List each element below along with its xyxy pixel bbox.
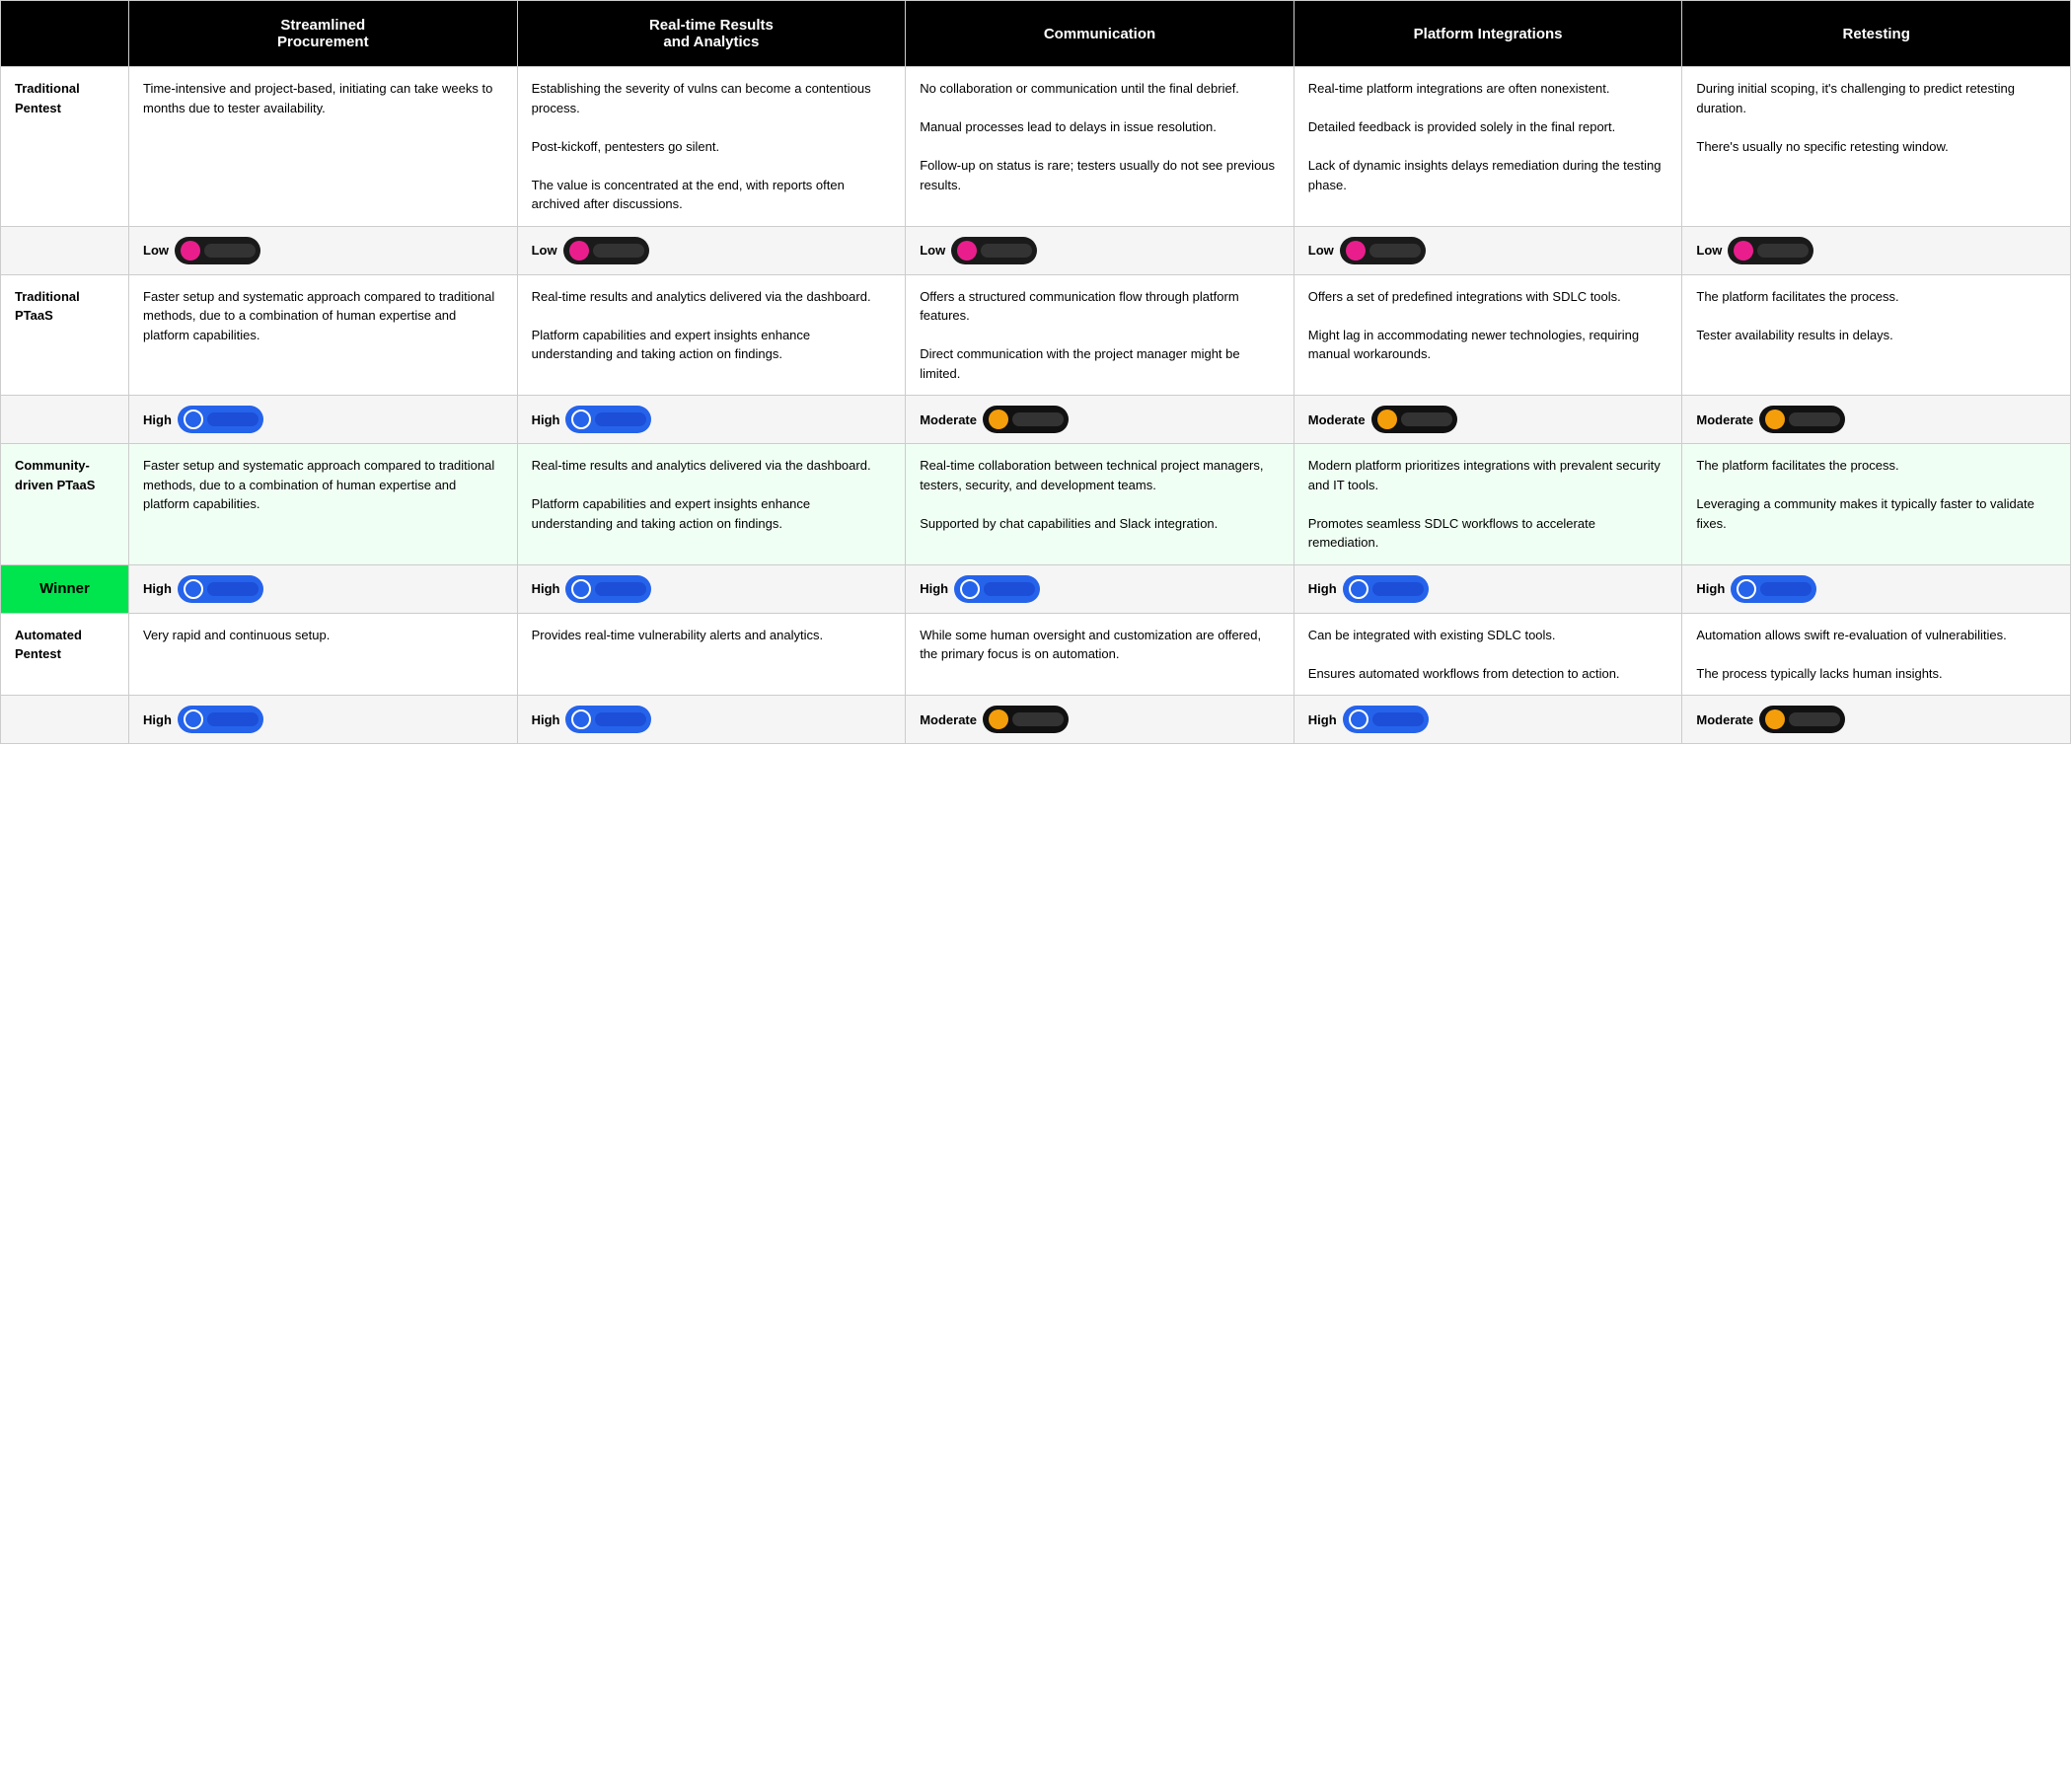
community-ptaas-label: Community-driven PTaaS [1,444,129,565]
winner-rating-analytics: High [517,564,906,613]
winner-rating-procurement: High [129,564,518,613]
traditional-ptaas-rating-row: High High Moderate [1,396,2071,444]
traditional-ptaas-retesting: The platform facilitates the process.Tes… [1682,274,2071,396]
traditional-pentest-rating-retesting: Low [1682,226,2071,274]
traditional-pentest-rating-label-empty [1,226,129,274]
community-ptaas-row: Community-driven PTaaS Faster setup and … [1,444,2071,565]
traditional-pentest-rating-analytics: Low [517,226,906,274]
traditional-pentest-rating-procurement: Low [129,226,518,274]
automated-pentest-rating-procurement: High [129,696,518,744]
automated-pentest-rating-retesting: Moderate [1682,696,2071,744]
traditional-ptaas-analytics: Real-time results and analytics delivere… [517,274,906,396]
traditional-pentest-rating-communication: Low [906,226,1294,274]
automated-pentest-procurement: Very rapid and continuous setup. [129,613,518,696]
traditional-pentest-platform: Real-time platform integrations are ofte… [1294,67,1682,227]
automated-pentest-rating-row: High High Moderate [1,696,2071,744]
traditional-pentest-rating-row: Low Low Low [1,226,2071,274]
header-row: StreamlinedProcurement Real-time Results… [1,1,2071,67]
automated-pentest-row: AutomatedPentest Very rapid and continuo… [1,613,2071,696]
community-ptaas-retesting: The platform facilitates the process.Lev… [1682,444,2071,565]
automated-pentest-platform: Can be integrated with existing SDLC too… [1294,613,1682,696]
automated-pentest-analytics: Provides real-time vulnerability alerts … [517,613,906,696]
community-ptaas-platform: Modern platform prioritizes integrations… [1294,444,1682,565]
header-platform: Platform Integrations [1294,1,1682,67]
traditional-ptaas-rating-analytics: High [517,396,906,444]
automated-pentest-retesting: Automation allows swift re-evaluation of… [1682,613,2071,696]
traditional-pentest-procurement: Time-intensive and project-based, initia… [129,67,518,227]
traditional-pentest-analytics: Establishing the severity of vulns can b… [517,67,906,227]
winner-rating-communication: High [906,564,1294,613]
community-ptaas-analytics: Real-time results and analytics delivere… [517,444,906,565]
traditional-ptaas-rating-procurement: High [129,396,518,444]
traditional-ptaas-procurement: Faster setup and systematic approach com… [129,274,518,396]
traditional-ptaas-communication: Offers a structured communication flow t… [906,274,1294,396]
winner-rating-platform: High [1294,564,1682,613]
header-retesting: Retesting [1682,1,2071,67]
automated-pentest-label: AutomatedPentest [1,613,129,696]
community-ptaas-procurement: Faster setup and systematic approach com… [129,444,518,565]
automated-pentest-rating-label-empty [1,696,129,744]
traditional-ptaas-rating-retesting: Moderate [1682,396,2071,444]
traditional-ptaas-platform: Offers a set of predefined integrations … [1294,274,1682,396]
comparison-table: StreamlinedProcurement Real-time Results… [0,0,2071,744]
header-procurement: StreamlinedProcurement [129,1,518,67]
header-analytics: Real-time Resultsand Analytics [517,1,906,67]
traditional-pentest-label: TraditionalPentest [1,67,129,227]
traditional-pentest-row: TraditionalPentest Time-intensive and pr… [1,67,2071,227]
traditional-ptaas-rating-communication: Moderate [906,396,1294,444]
automated-pentest-rating-communication: Moderate [906,696,1294,744]
header-communication: Communication [906,1,1294,67]
automated-pentest-rating-analytics: High [517,696,906,744]
traditional-ptaas-rating-platform: Moderate [1294,396,1682,444]
automated-pentest-rating-platform: High [1294,696,1682,744]
header-empty [1,1,129,67]
traditional-pentest-retesting: During initial scoping, it's challenging… [1682,67,2071,227]
traditional-pentest-communication: No collaboration or communication until … [906,67,1294,227]
winner-row: Winner High High [1,564,2071,613]
traditional-ptaas-rating-label-empty [1,396,129,444]
traditional-ptaas-label: TraditionalPTaaS [1,274,129,396]
winner-rating-retesting: High [1682,564,2071,613]
traditional-ptaas-row: TraditionalPTaaS Faster setup and system… [1,274,2071,396]
community-ptaas-communication: Real-time collaboration between technica… [906,444,1294,565]
traditional-pentest-rating-platform: Low [1294,226,1682,274]
winner-label: Winner [1,564,129,613]
automated-pentest-communication: While some human oversight and customiza… [906,613,1294,696]
